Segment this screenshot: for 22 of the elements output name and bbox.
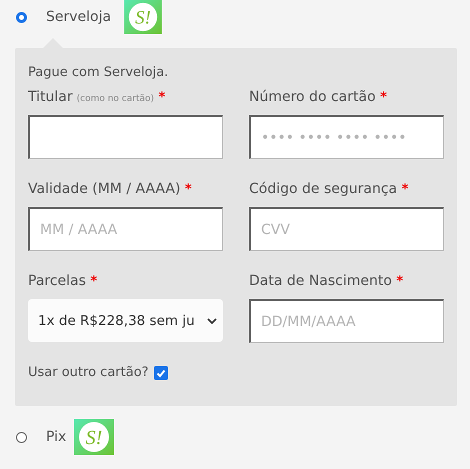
field-label: Código de segurança * <box>249 181 410 199</box>
intro-text: Pague com Serveloja. <box>28 65 170 80</box>
radio-button[interactable] <box>16 12 27 22</box>
payment-method-label: Pix <box>46 429 66 445</box>
logo-icon: S! <box>123 0 164 34</box>
input-field[interactable] <box>28 115 223 159</box>
input-field[interactable]: •••• •••• •••• •••• <box>249 115 444 159</box>
payment-method-label: Serveloja <box>46 9 112 25</box>
logo-icon: S! <box>74 417 114 457</box>
field-label: Parcelas * <box>28 273 98 291</box>
input-field[interactable]: MM / AAAA <box>28 207 223 251</box>
input-field[interactable]: CVV <box>249 207 444 251</box>
field-label: Titular (como no cartão) * <box>28 89 166 107</box>
radio-button[interactable] <box>16 432 27 442</box>
field-label: Validade (MM / AAAA) * <box>28 181 193 199</box>
installments-select[interactable]: 1x de R$228,38 sem ju <box>28 299 223 342</box>
checkbox-label: Usar outro cartão? <box>28 365 149 380</box>
checkbox[interactable] <box>154 366 168 380</box>
input-field[interactable]: DD/MM/AAAA <box>249 299 444 343</box>
field-label: Número do cartão * <box>249 89 388 107</box>
chevron-down-icon <box>207 318 217 324</box>
field-label: Data de Nascimento * <box>249 273 404 291</box>
